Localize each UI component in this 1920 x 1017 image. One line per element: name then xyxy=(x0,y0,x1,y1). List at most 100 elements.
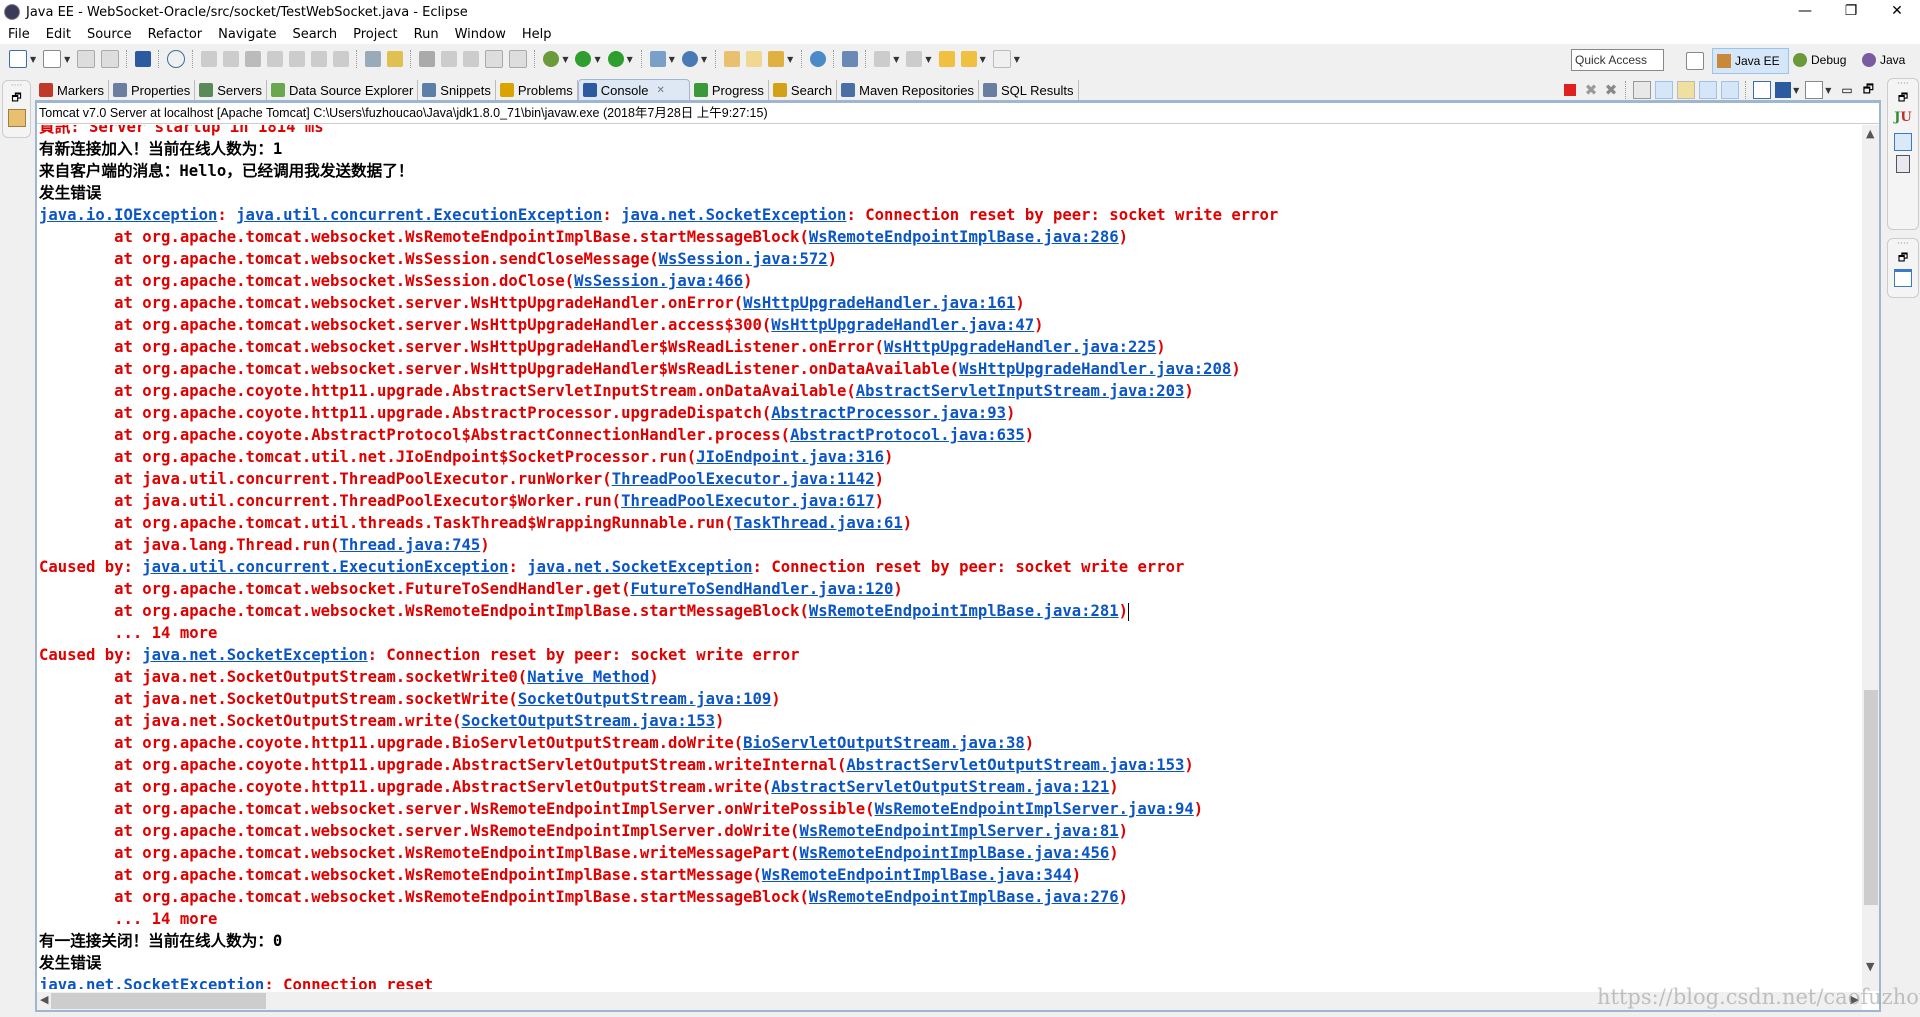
stacktrace-link[interactable]: SocketOutputStream.java:153 xyxy=(461,712,714,730)
back-dropdown-icon[interactable]: ▼ xyxy=(980,55,986,64)
new-dropdown-icon[interactable]: ▼ xyxy=(30,55,36,64)
new-server-icon[interactable] xyxy=(649,51,666,67)
tab-sql-results[interactable]: SQL Results xyxy=(979,80,1079,100)
quick-access-input[interactable]: Quick Access xyxy=(1571,49,1664,71)
palette-icon[interactable] xyxy=(1894,269,1912,287)
stacktrace-link[interactable]: SocketOutputStream.java:109 xyxy=(518,690,771,708)
terminate-icon[interactable] xyxy=(1564,84,1577,96)
block-selection-icon[interactable] xyxy=(485,50,504,68)
tab-search[interactable]: Search xyxy=(768,80,838,100)
stacktrace-link[interactable]: Thread.java:745 xyxy=(339,536,480,554)
stacktrace-link[interactable]: java.util.concurrent.ExecutionException xyxy=(236,206,602,224)
display-console-dropdown-icon[interactable]: ▼ xyxy=(1793,86,1799,95)
search-dropdown-icon[interactable]: ▼ xyxy=(787,55,793,64)
scroll-lock-icon[interactable] xyxy=(1655,81,1674,99)
open-perspective-icon[interactable] xyxy=(1686,52,1704,70)
next-annotation-dropdown-icon[interactable]: ▼ xyxy=(893,55,899,64)
stacktrace-link[interactable]: TaskThread.java:61 xyxy=(734,514,903,532)
stacktrace-link[interactable]: java.util.concurrent.ExecutionException xyxy=(142,558,508,576)
show-console-on-stderr-icon[interactable] xyxy=(1721,81,1740,99)
stacktrace-link[interactable]: java.net.SocketException xyxy=(621,206,846,224)
stacktrace-link[interactable]: AbstractServletOutputStream.java:153 xyxy=(846,756,1184,774)
close-button[interactable]: ✕ xyxy=(1874,0,1920,24)
run-sql-icon[interactable] xyxy=(842,51,859,67)
perspective-java-ee[interactable]: Java EE xyxy=(1712,48,1789,74)
terminate-icon[interactable] xyxy=(245,51,262,67)
stacktrace-link[interactable]: WsHttpUpgradeHandler.java:161 xyxy=(743,294,1015,312)
new-type-icon[interactable] xyxy=(43,50,62,68)
new-icon[interactable] xyxy=(9,50,27,68)
step-over-icon[interactable] xyxy=(311,51,328,67)
stacktrace-link[interactable]: java.net.SocketException xyxy=(39,976,264,989)
run-dropdown-icon[interactable]: ▼ xyxy=(594,55,600,64)
close-tab-icon[interactable]: ✕ xyxy=(657,85,665,96)
open-type-icon[interactable] xyxy=(724,51,741,67)
debug-dropdown-icon[interactable]: ▼ xyxy=(562,55,568,64)
tab-snippets[interactable]: Snippets xyxy=(418,80,496,100)
perspective-java[interactable]: Java xyxy=(1858,48,1918,72)
new-web-service-icon[interactable] xyxy=(681,51,698,67)
toggle-breakpoint-icon[interactable] xyxy=(419,51,436,67)
stacktrace-link[interactable]: WsRemoteEndpointImplBase.java:456 xyxy=(799,844,1109,862)
stacktrace-link[interactable]: AbstractServletInputStream.java:203 xyxy=(856,382,1185,400)
word-wrap-icon[interactable] xyxy=(1677,81,1696,99)
tab-problems[interactable]: Problems xyxy=(495,80,578,100)
maximize-view-icon[interactable]: 🗗 xyxy=(1863,80,1874,101)
open-console-icon[interactable] xyxy=(1805,81,1824,99)
new-server-dropdown-icon[interactable]: ▼ xyxy=(669,55,675,64)
save-all-icon[interactable] xyxy=(101,50,120,68)
next-annotation-icon[interactable] xyxy=(874,51,891,67)
menu-project[interactable]: Project xyxy=(345,27,405,42)
open-console-icon[interactable] xyxy=(135,51,152,67)
open-console-dropdown-icon[interactable]: ▼ xyxy=(1825,86,1831,95)
horizontal-scrollbar[interactable]: ◀ ▶ xyxy=(37,992,1862,1010)
tab-progress[interactable]: Progress xyxy=(689,80,769,100)
stacktrace-link[interactable]: ThreadPoolExecutor.java:1142 xyxy=(612,470,875,488)
save-icon[interactable] xyxy=(77,50,96,68)
new-web-service-dropdown-icon[interactable]: ▼ xyxy=(701,55,707,64)
scroll-left-icon[interactable]: ◀ xyxy=(40,993,48,1006)
external-tools-dropdown-icon[interactable]: ▼ xyxy=(627,55,633,64)
menu-refactor[interactable]: Refactor xyxy=(140,27,211,42)
stacktrace-link[interactable]: java.net.SocketException xyxy=(142,646,367,664)
vertical-scroll-thumb[interactable] xyxy=(1864,690,1878,905)
remove-all-terminated-icon[interactable]: ✖ xyxy=(1603,82,1619,98)
restore-button[interactable]: ❐ xyxy=(1828,0,1874,24)
debug-icon[interactable] xyxy=(543,51,560,67)
tab-data-source-explorer[interactable]: Data Source Explorer xyxy=(267,80,419,100)
menu-file[interactable]: File xyxy=(0,27,38,42)
run-icon[interactable] xyxy=(575,51,592,67)
show-console-on-stdout-icon[interactable] xyxy=(1699,81,1718,99)
restore-stack-icon[interactable]: 🗗 xyxy=(1888,89,1918,107)
tab-servers[interactable]: Servers xyxy=(195,80,267,100)
stacktrace-link[interactable]: BioServletOutputStream.java:38 xyxy=(743,734,1025,752)
suspend-icon[interactable] xyxy=(223,51,240,67)
stacktrace-link[interactable]: WsSession.java:466 xyxy=(574,272,743,290)
web-browser-icon[interactable] xyxy=(810,51,827,67)
stacktrace-link[interactable]: FutureToSendHandler.java:120 xyxy=(630,580,893,598)
stacktrace-link[interactable]: WsRemoteEndpointImplServer.java:81 xyxy=(799,822,1118,840)
new-type-dropdown-icon[interactable]: ▼ xyxy=(64,55,70,64)
tab-maven-repositories[interactable]: Maven Repositories xyxy=(837,80,980,100)
stacktrace-link[interactable]: JIoEndpoint.java:316 xyxy=(696,448,884,466)
tab-console[interactable]: Console ✕ xyxy=(577,79,690,100)
stacktrace-link[interactable]: Native Method xyxy=(527,668,649,686)
scroll-up-icon[interactable]: ▲ xyxy=(1866,127,1874,140)
vertical-scrollbar[interactable]: ▲ ▼ xyxy=(1862,125,1879,991)
skip-breakpoints-icon[interactable] xyxy=(167,50,186,68)
junit-icon[interactable]: JU xyxy=(1888,107,1918,129)
external-tools-icon[interactable] xyxy=(607,51,624,67)
stacktrace-link[interactable]: AbstractServletOutputStream.java:121 xyxy=(771,778,1109,796)
stacktrace-link[interactable]: WsHttpUpgradeHandler.java:208 xyxy=(959,360,1231,378)
forward-dropdown-icon[interactable]: ▼ xyxy=(1014,55,1020,64)
stacktrace-link[interactable]: WsSession.java:572 xyxy=(659,250,828,268)
menu-help[interactable]: Help xyxy=(514,27,560,42)
stacktrace-link[interactable]: java.io.IOException xyxy=(39,206,217,224)
stacktrace-link[interactable]: WsRemoteEndpointImplServer.java:94 xyxy=(875,800,1194,818)
toggle-mark-icon[interactable] xyxy=(441,51,458,67)
forward-icon[interactable] xyxy=(992,50,1011,68)
disconnect-icon[interactable] xyxy=(267,51,284,67)
minimize-view-icon[interactable]: ▭ xyxy=(1841,83,1852,97)
scroll-down-icon[interactable]: ▼ xyxy=(1866,960,1874,973)
stacktrace-link[interactable]: AbstractProtocol.java:635 xyxy=(790,426,1025,444)
